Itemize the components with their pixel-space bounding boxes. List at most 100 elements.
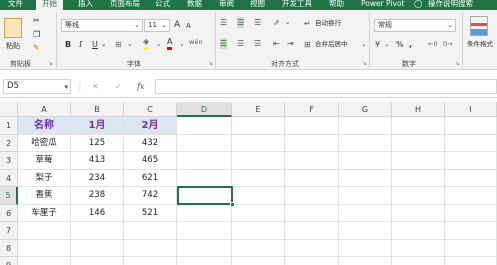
cell[interactable] [124,239,177,257]
tab-tell-me[interactable]: 操作说明搜索 [428,0,473,10]
chevron-down-icon[interactable]: ⌄ [179,39,184,50]
cancel-icon[interactable]: ✕ [92,81,99,92]
cell[interactable] [339,117,392,135]
cell[interactable] [177,117,232,135]
cell[interactable] [232,117,285,135]
align-bottom-icon[interactable]: ☰ [254,17,261,28]
align-middle-icon[interactable]: ☰ [237,17,245,28]
bold-button[interactable]: B [65,39,71,50]
cell[interactable] [392,187,445,205]
cell[interactable] [445,169,497,187]
select-all-corner[interactable] [0,102,18,117]
grow-font-button[interactable]: A [174,20,180,31]
align-right-icon[interactable]: ☰ [254,38,261,49]
active-cell-selection[interactable] [177,186,233,205]
cell[interactable] [232,257,285,265]
paste-button[interactable]: 粘贴 [6,41,20,52]
header-cell[interactable]: 2月 [124,117,177,135]
tab-insert[interactable]: 插入 [78,0,93,10]
row-header[interactable]: 2 [0,134,18,152]
column-header[interactable]: F [285,102,339,117]
column-header-selected[interactable]: D [177,102,232,117]
cell[interactable] [445,117,497,135]
wrap-text-button[interactable]: 自动换行 [315,18,341,29]
cell[interactable] [339,239,392,257]
cell[interactable] [392,134,445,152]
cell[interactable] [285,187,339,205]
comma-style-button[interactable]: , [409,39,412,50]
cell[interactable] [124,222,177,240]
underline-button[interactable]: U [92,39,98,50]
cell[interactable] [71,222,124,240]
cell[interactable] [339,134,392,152]
italic-button[interactable]: I [79,39,82,50]
cell[interactable] [232,134,285,152]
cell[interactable] [285,117,339,135]
cell[interactable] [392,257,445,265]
cell[interactable] [339,169,392,187]
orientation-icon[interactable]: ⇗ [273,17,280,28]
paste-icon[interactable] [4,18,22,38]
format-painter-icon[interactable]: ✎ [33,42,40,53]
cell[interactable] [124,257,177,265]
cell[interactable] [285,134,339,152]
font-color-icon[interactable]: A [167,37,173,50]
cell[interactable] [18,257,71,265]
cell[interactable] [232,187,285,205]
tab-data[interactable]: 数据 [187,0,202,10]
cell[interactable] [18,222,71,240]
chevron-down-icon[interactable]: ⌄ [384,39,389,50]
cell[interactable] [232,222,285,240]
data-cell[interactable]: 234 [71,169,124,187]
data-cell[interactable]: 413 [71,152,124,170]
row-header[interactable]: 3 [0,152,18,170]
cell[interactable] [177,152,232,170]
cell[interactable] [392,152,445,170]
fill-color-icon[interactable]: ◈ [143,37,150,50]
enter-icon[interactable]: ✓ [115,81,122,92]
data-cell[interactable]: 742 [124,187,177,205]
row-header[interactable]: 6 [0,204,18,222]
clipboard-launcher-icon[interactable]: ↘ [48,60,53,67]
align-center-icon[interactable]: ☰ [237,38,244,49]
decrease-decimal-icon[interactable]: 0→ [443,39,453,50]
cell[interactable] [232,169,285,187]
font-name-combobox[interactable]: 等线 ⌄ [61,19,143,32]
data-cell[interactable]: 465 [124,152,177,170]
row-header[interactable]: 9 [0,257,18,265]
tab-page-layout[interactable]: 页面布局 [110,0,140,10]
tab-review[interactable]: 审阅 [219,0,234,10]
cell[interactable] [232,152,285,170]
cut-icon[interactable]: ✂ [33,15,40,26]
cell[interactable] [18,239,71,257]
conditional-formatting-icon[interactable] [470,16,488,36]
alignment-launcher-icon[interactable]: ↘ [362,60,367,67]
cell[interactable] [177,204,232,222]
cell[interactable] [445,257,497,265]
data-cell[interactable]: 梨子 [18,169,71,187]
cell[interactable] [285,222,339,240]
cell[interactable] [177,239,232,257]
increase-decimal-icon[interactable]: ←0 [428,39,438,50]
cell[interactable] [177,169,232,187]
cell[interactable] [177,134,232,152]
tab-view[interactable]: 视图 [250,0,265,10]
chevron-down-icon[interactable]: ⌄ [127,39,132,50]
cell[interactable] [445,134,497,152]
chevron-down-icon[interactable]: ⌄ [285,17,290,28]
conditional-formatting-button[interactable]: 条件格式 [467,39,493,50]
copy-icon[interactable]: ❐ [33,29,40,40]
tab-home[interactable]: 开始 [36,0,63,10]
cell[interactable] [392,222,445,240]
tab-help[interactable]: 帮助 [329,0,344,10]
data-cell[interactable]: 238 [71,187,124,205]
cell[interactable] [445,152,497,170]
cell[interactable] [445,222,497,240]
cell[interactable] [445,204,497,222]
column-header[interactable]: I [445,102,497,117]
cell[interactable] [285,169,339,187]
column-header[interactable]: A [18,102,71,117]
fill-handle[interactable] [230,202,235,207]
row-header[interactable]: 1 [0,117,18,135]
cell[interactable] [392,117,445,135]
